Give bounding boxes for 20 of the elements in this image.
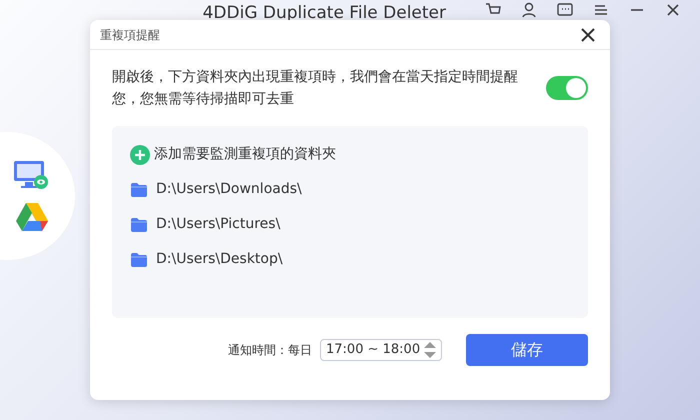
folder-icon [130,252,148,268]
plus-icon [130,144,150,164]
folder-path: D:\Users\Downloads\ [156,180,302,199]
notify-time-label: 通知時間：每日 [228,342,312,359]
reminder-toggle[interactable] [546,76,588,100]
folder-path: D:\Users\Pictures\ [156,215,280,234]
dialog-title: 重複項提醒 [100,26,160,44]
folder-icon [130,182,148,198]
description-text: 開啟後，下方資料夾內出現重複項時，我們會在當天指定時間提醒您，您無需等待掃描即可去重 [112,68,519,109]
folder-path: D:\Users\Desktop\ [156,250,283,269]
spinner-icon[interactable] [423,341,437,359]
close-button[interactable] [580,26,596,42]
user-icon[interactable] [520,1,538,19]
app-title: 4DDiG Duplicate File Deleter [202,2,446,25]
monitor-eye-icon[interactable] [13,160,49,192]
time-field[interactable]: 17:00 ~ 18:00 [320,339,442,361]
drive-icon[interactable] [15,202,49,232]
add-folder-link[interactable]: 添加需要監測重複項的資料夾 [130,144,570,165]
save-button[interactable]: 儲存 [466,334,588,366]
folder-icon [130,216,148,232]
